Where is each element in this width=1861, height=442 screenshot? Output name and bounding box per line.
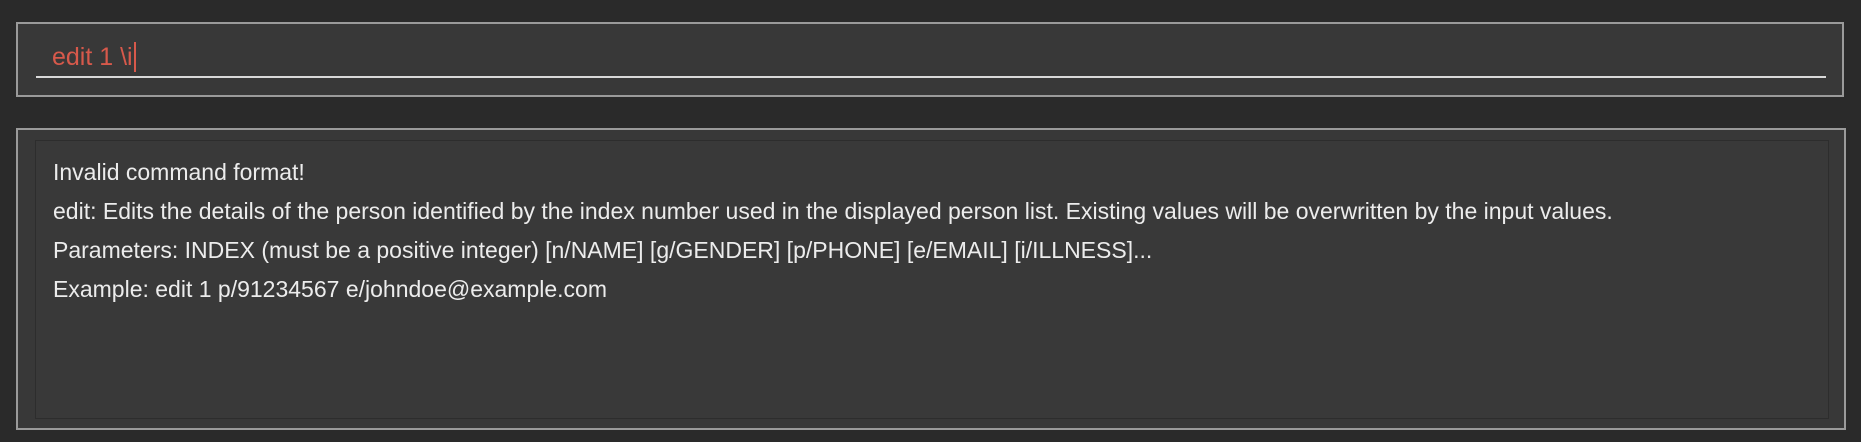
result-line-parameters: Parameters: INDEX (must be a positive in…	[53, 237, 1153, 263]
text-caret	[133, 42, 136, 72]
result-pane: Invalid command format! edit: Edits the …	[16, 128, 1846, 430]
result-line-example: Example: edit 1 p/91234567 e/johndoe@exa…	[53, 276, 607, 302]
result-line-error: Invalid command format!	[53, 159, 305, 185]
command-box-pane: edit 1 \i	[16, 22, 1844, 97]
command-input[interactable]: edit 1 \i	[36, 38, 1826, 78]
result-line-description: edit: Edits the details of the person id…	[53, 198, 1613, 224]
command-input-text: edit 1 \i	[52, 42, 133, 71]
result-display[interactable]: Invalid command format! edit: Edits the …	[35, 140, 1829, 419]
